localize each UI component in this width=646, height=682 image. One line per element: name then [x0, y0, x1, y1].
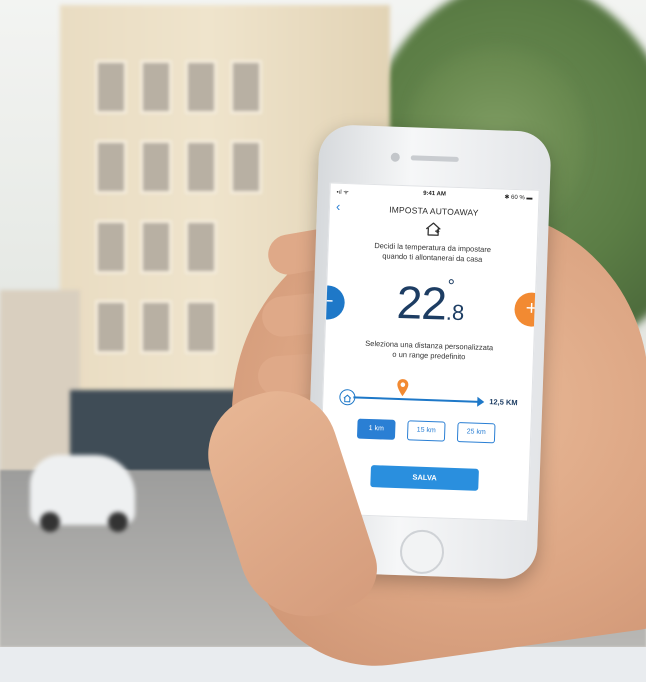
- preset-range-group: 1 km 15 km 25 km: [322, 417, 531, 444]
- app-screen: •ıl ᯤ 9:41 AM ✱ 60 % ▬ ‹ IMPOSTA AUTOAWA…: [318, 182, 540, 522]
- temperature-decimal: .8: [445, 299, 465, 326]
- window: [140, 60, 172, 114]
- temperature-display: 22° .8: [326, 271, 536, 333]
- autoaway-description: Decidi la temperatura da impostare quand…: [328, 239, 537, 266]
- distance-description: Seleziona una distanza personalizzata o …: [325, 337, 534, 364]
- window: [185, 300, 217, 354]
- page-title: IMPOSTA AUTOAWAY: [389, 204, 479, 218]
- track-arrow-icon: [477, 396, 485, 407]
- window: [185, 60, 217, 114]
- front-camera: [390, 152, 400, 162]
- battery-icon: ✱ 60 % ▬: [504, 194, 533, 202]
- window: [185, 140, 217, 194]
- plus-icon: +: [525, 297, 538, 320]
- preset-15km-button[interactable]: 15 km: [406, 420, 446, 442]
- window: [140, 300, 172, 354]
- window: [230, 60, 262, 114]
- preset-1km-button[interactable]: 1 km: [356, 418, 396, 440]
- save-button[interactable]: SALVA: [370, 465, 479, 491]
- distance-slider[interactable]: 12,5 KM: [323, 371, 532, 412]
- home-button[interactable]: [399, 529, 445, 575]
- window: [95, 140, 127, 194]
- preset-25km-button[interactable]: 25 km: [456, 422, 496, 444]
- temperature-control: − 22°.8 +: [318, 267, 540, 340]
- window: [140, 140, 172, 194]
- distance-value: 12,5 KM: [489, 397, 518, 408]
- map-pin-icon[interactable]: [395, 378, 410, 403]
- building-left: [0, 290, 80, 480]
- car-wheel: [40, 512, 60, 532]
- distance-track: [353, 396, 480, 403]
- window: [140, 220, 172, 274]
- window: [95, 220, 127, 274]
- degree-symbol: °: [447, 275, 456, 296]
- window: [95, 60, 127, 114]
- window: [185, 220, 217, 274]
- window: [230, 140, 262, 194]
- window: [95, 300, 127, 354]
- temperature-integer: 22: [395, 275, 447, 330]
- car-wheel: [108, 512, 128, 532]
- earpiece-speaker: [410, 155, 459, 162]
